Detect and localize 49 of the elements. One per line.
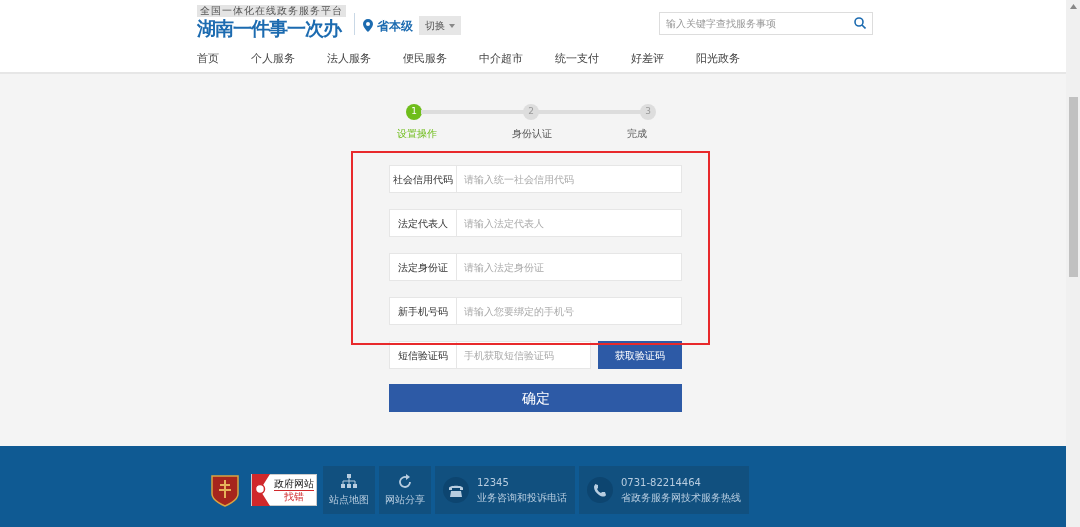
search-icon[interactable]	[854, 17, 866, 29]
site-logo[interactable]: 湖南一件事一次办	[197, 17, 346, 39]
nav-link-item[interactable]: 首页	[197, 51, 219, 68]
phone-icon	[587, 477, 613, 503]
hotline-number: 12345	[477, 476, 510, 490]
nav-link-item[interactable]: 中介超市	[479, 51, 523, 68]
step-circle: 1	[406, 104, 422, 120]
badge-subtitle: 找错	[274, 489, 314, 503]
nav-link-item[interactable]: 阳光政务	[696, 51, 740, 68]
scrollbar-thumb[interactable]	[1068, 97, 1078, 277]
hotline-number: 0731-82214464	[621, 476, 702, 490]
field-label: 社会信用代码	[389, 165, 456, 193]
field-label: 法定身份证	[389, 253, 456, 281]
phone-icon	[443, 477, 469, 503]
nav-link-item[interactable]: 个人服务	[251, 51, 295, 68]
caret-icon[interactable]	[449, 23, 455, 28]
step-label: 完成	[627, 127, 647, 141]
input-field[interactable]: 请输入您要绑定的手机号	[456, 297, 682, 325]
nav-link-item[interactable]: 便民服务	[403, 51, 447, 68]
input-field[interactable]: 请输入法定身份证	[456, 253, 682, 281]
step-circle: 3	[640, 104, 656, 120]
get-code-button[interactable]: 获取验证码	[598, 341, 682, 369]
confirm-button[interactable]: 确定	[389, 384, 682, 412]
input-field[interactable]: 手机获取短信验证码	[456, 341, 591, 369]
location-pin-icon	[363, 19, 373, 32]
nav-link-item[interactable]: 法人服务	[327, 51, 371, 68]
region-label: 省本级	[377, 17, 413, 35]
hotline-label: 业务咨询和投诉电话	[477, 491, 567, 505]
scroll-up-icon[interactable]	[1069, 4, 1077, 9]
nav-link-item[interactable]: 好差评	[631, 51, 664, 68]
input-field[interactable]: 请输入法定代表人	[456, 209, 682, 237]
nav-link-item[interactable]: 统一支付	[555, 51, 599, 68]
step-label: 身份认证	[512, 127, 552, 141]
tagline: 全国一体化在线政务服务平台	[197, 5, 346, 17]
field-label: 新手机号码	[389, 297, 456, 325]
footer-link-tile[interactable]: 网站分享	[379, 466, 431, 514]
search-field[interactable]: 输入关键字查找服务事项	[659, 12, 873, 35]
badge-title: 政府网站	[274, 477, 314, 490]
step-label: 设置操作	[397, 127, 437, 141]
sitemap-icon	[341, 473, 357, 488]
field-label: 短信验证码	[389, 341, 456, 369]
site-error-badge[interactable]: 政府网站 找错	[251, 474, 317, 506]
refresh-icon	[397, 473, 413, 488]
field-label: 法定代表人	[389, 209, 456, 237]
step-circle: 2	[523, 104, 539, 120]
hotline-label: 省政务服务网技术服务热线	[621, 491, 741, 505]
switch-button[interactable]: 切换	[419, 16, 461, 35]
footer-link-tile[interactable]: 站点地图	[323, 466, 375, 514]
emblem-icon	[210, 473, 240, 507]
